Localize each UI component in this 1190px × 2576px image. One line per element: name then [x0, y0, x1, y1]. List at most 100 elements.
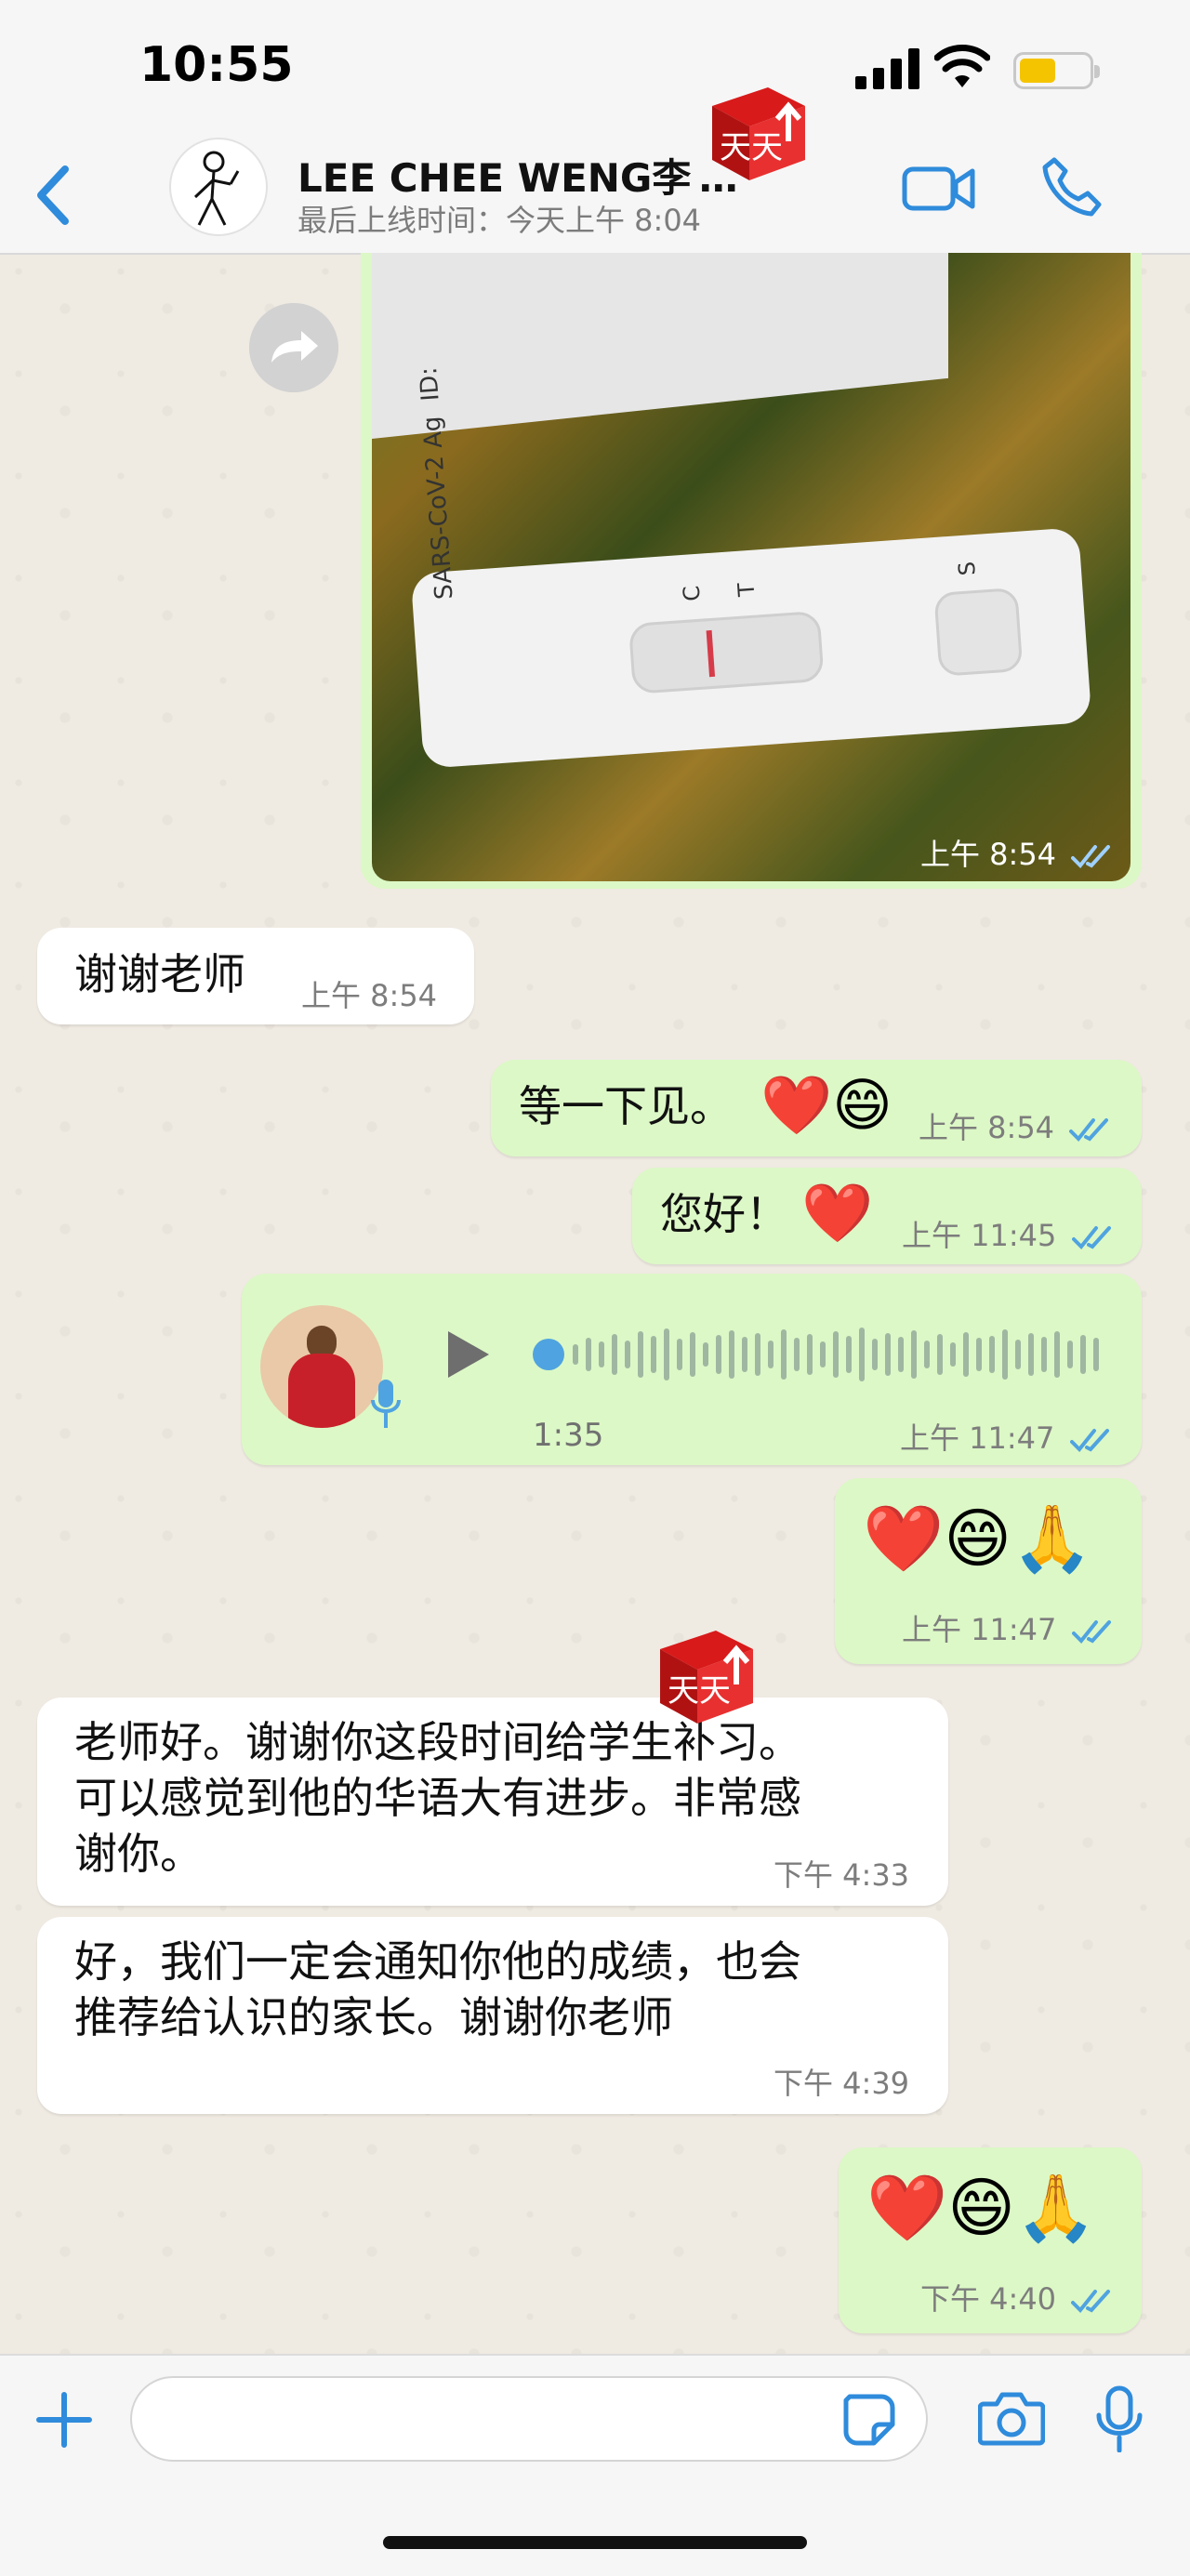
battery-icon	[1013, 52, 1100, 89]
watermark-logo: 天天	[712, 87, 805, 180]
video-call-icon[interactable]	[902, 160, 976, 216]
waveform-bar	[1067, 1341, 1073, 1368]
kit-s-label: S	[953, 561, 981, 577]
message-meta: 上午 11:45	[902, 1212, 1117, 1255]
last-seen-status: 最后上线时间：今天上午 8:04	[298, 203, 702, 238]
waveform-bar	[976, 1338, 982, 1371]
message-bubble-incoming[interactable]: 老师好。谢谢你这段时间给学生补习。 可以感觉到他的华语大有进步。非常感 谢你。 …	[37, 1698, 948, 1906]
read-ticks-icon	[1069, 1429, 1109, 1452]
waveform-bar	[963, 1332, 969, 1377]
play-icon[interactable]	[444, 1328, 493, 1381]
message-line: 可以感觉到他的华语大有进步。非常感	[74, 1773, 801, 1823]
kit-c-label: C	[678, 584, 706, 602]
message-time: 上午 11:47	[900, 1420, 1055, 1456]
waveform-bar	[937, 1334, 943, 1375]
contact-avatar[interactable]	[169, 138, 268, 236]
camera-icon[interactable]	[978, 2389, 1045, 2447]
status-time: 10:55	[139, 37, 294, 93]
message-time: 上午 8:54	[301, 978, 438, 1013]
message-meta: 上午 11:47	[900, 1415, 1115, 1458]
foil-pouch	[372, 253, 948, 439]
plus-icon[interactable]	[35, 2391, 93, 2449]
read-ticks-icon	[1071, 1620, 1111, 1644]
message-text: 您好！	[660, 1189, 788, 1239]
message-time: 下午 4:39	[774, 2066, 910, 2101]
read-ticks-icon	[1071, 2290, 1111, 2313]
message-line: 推荐给认识的家长。谢谢你老师	[74, 1992, 673, 2042]
waveform-bar	[807, 1334, 813, 1375]
message-meta: 上午 8:54	[919, 1104, 1114, 1147]
waveform-bar	[612, 1334, 617, 1375]
waveform-bar	[872, 1339, 878, 1370]
waveform-bar	[911, 1330, 917, 1379]
waveform-bar	[586, 1338, 591, 1371]
message-bubble-outgoing[interactable]: 您好！ ❤️ 上午 11:45	[632, 1168, 1142, 1264]
waveform-bar	[755, 1333, 760, 1376]
waveform-bar	[989, 1336, 995, 1373]
message-emoji: ❤️😄🙏	[866, 2170, 1097, 2246]
waveform-bar	[625, 1341, 630, 1368]
waveform-bar	[599, 1341, 604, 1367]
message-bubble-outgoing[interactable]: ❤️😄🙏 下午 4:40	[839, 2147, 1142, 2333]
waveform-bar	[859, 1328, 865, 1381]
image-timestamp: 上午 8:54	[920, 831, 1116, 874]
watermark-logo: 天天	[660, 1631, 753, 1724]
waveform-bar	[781, 1329, 787, 1380]
waveform-bar	[664, 1328, 669, 1380]
waveform-bar	[1054, 1331, 1060, 1378]
result-window	[628, 610, 825, 694]
read-ticks-icon	[1071, 1226, 1111, 1249]
watermark-text: 天天	[668, 1672, 731, 1710]
waveform-bar	[677, 1339, 682, 1370]
waveform-bar	[651, 1336, 656, 1373]
back-chevron-icon[interactable]	[30, 158, 76, 232]
forward-icon[interactable]	[249, 303, 338, 392]
message-bubble-incoming[interactable]: 谢谢老师 上午 8:54	[37, 928, 474, 1024]
status-bar: 10:55	[0, 0, 1190, 139]
message-emoji: ❤️	[801, 1179, 874, 1247]
waveform-bar	[950, 1342, 956, 1367]
waveform-bar	[833, 1331, 839, 1378]
stick-figure-icon	[193, 151, 240, 226]
message-bubble-incoming[interactable]: 好，我们一定会通知你他的成绩，也会 推荐给认识的家长。谢谢你老师 下午 4:39	[37, 1917, 948, 2114]
voice-sender-avatar	[260, 1305, 383, 1428]
waveform-bar	[1015, 1340, 1021, 1369]
message-input[interactable]	[130, 2376, 928, 2462]
waveform-bar	[924, 1341, 930, 1368]
control-line	[706, 629, 716, 678]
waveform-bar	[846, 1336, 852, 1373]
message-text: 谢谢老师	[74, 949, 245, 999]
waveform-bar	[729, 1330, 734, 1379]
test-kit-photo[interactable]: SARS-CoV-2 Ag ID: C T S	[372, 253, 1130, 881]
home-indicator	[383, 2536, 807, 2549]
message-line: 谢你。	[74, 1829, 203, 1879]
voice-waveform[interactable]	[530, 1324, 1106, 1385]
mic-icon[interactable]	[1095, 2385, 1144, 2452]
waveform-bar	[690, 1332, 695, 1377]
message-time: 下午 4:40	[920, 2281, 1057, 2317]
message-text: 等一下见。	[519, 1081, 733, 1131]
waveform-bar	[768, 1341, 774, 1368]
kit-id-label: ID:	[415, 365, 445, 403]
kit-label: SARS-CoV-2 Ag	[417, 415, 459, 601]
wifi-icon	[934, 45, 990, 87]
cellular-signal-icon	[855, 48, 919, 89]
message-emoji: ❤️😄	[760, 1071, 892, 1139]
waveform-bar	[820, 1341, 826, 1367]
message-bubble-outgoing[interactable]: 等一下见。 ❤️😄 上午 8:54	[491, 1060, 1142, 1156]
waveform-bar	[898, 1337, 904, 1372]
message-bubble-outgoing[interactable]: ❤️😄🙏 上午 11:47	[835, 1478, 1142, 1664]
phone-call-icon[interactable]	[1041, 156, 1103, 218]
kit-t-label: T	[733, 581, 760, 598]
sample-well	[933, 587, 1024, 677]
contact-name[interactable]: LEE CHEE WENG李 …	[298, 147, 738, 204]
message-time: 下午 4:33	[774, 1857, 910, 1893]
waveform-bar	[1093, 1338, 1099, 1371]
voice-duration: 1:35	[533, 1417, 604, 1454]
sticker-icon[interactable]	[842, 2393, 896, 2447]
waveform-bar	[794, 1338, 800, 1371]
waveform-bar	[638, 1331, 643, 1378]
message-meta: 上午 11:47	[902, 1606, 1117, 1649]
message-time: 上午 11:47	[902, 1612, 1057, 1647]
waveform-bar	[716, 1335, 721, 1374]
